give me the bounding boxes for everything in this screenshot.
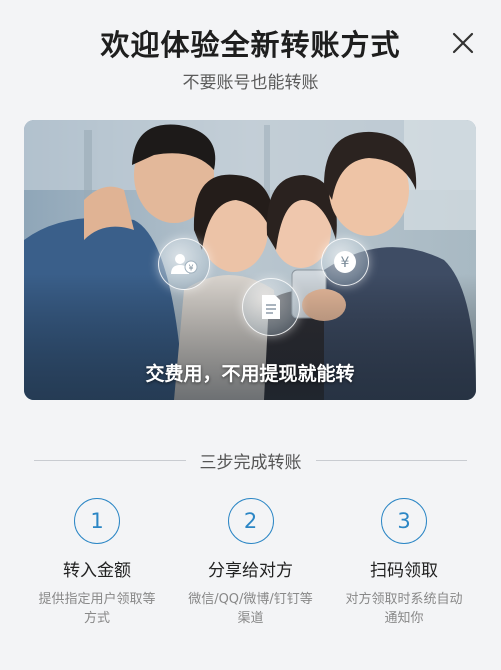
page-subtitle: 不要账号也能转账 bbox=[182, 73, 319, 93]
step-description: 提供指定用户领取等方式 bbox=[38, 592, 156, 626]
step-description: 微信/QQ/微博/钉钉等渠道 bbox=[188, 592, 313, 626]
hero-banner: ¥ ¥ 交费用，不用提现就能转 bbox=[24, 120, 476, 400]
divider-line-right bbox=[315, 459, 467, 461]
step-number-badge: 3 bbox=[381, 498, 427, 544]
step-description: 对方领取时系统自动通知你 bbox=[345, 592, 463, 626]
hero-illustration bbox=[24, 120, 476, 400]
step-title: 分享给对方 bbox=[208, 561, 293, 581]
step-number-badge: 1 bbox=[74, 498, 120, 544]
yuan-bubble: ¥ bbox=[321, 238, 369, 286]
document-bubble bbox=[242, 278, 300, 336]
users-coin-icon: ¥ bbox=[171, 254, 198, 274]
steps-list: 1 转入金额 提供指定用户领取等方式 2 分享给对方 微信/QQ/微博/钉钉等渠… bbox=[0, 498, 501, 628]
document-icon bbox=[262, 295, 280, 319]
users-bubble: ¥ bbox=[158, 238, 210, 290]
svg-text:¥: ¥ bbox=[188, 264, 193, 273]
section-title: 三步完成转账 bbox=[199, 452, 302, 473]
step-2: 2 分享给对方 微信/QQ/微博/钉钉等渠道 bbox=[176, 498, 326, 628]
page-title: 欢迎体验全新转账方式 bbox=[100, 28, 401, 62]
step-3: 3 扫码领取 对方领取时系统自动通知你 bbox=[329, 498, 479, 628]
step-title: 转入金额 bbox=[63, 561, 131, 581]
step-1: 1 转入金额 提供指定用户领取等方式 bbox=[22, 498, 172, 628]
step-title: 扫码领取 bbox=[370, 561, 438, 581]
section-divider: 三步完成转账 bbox=[34, 449, 467, 473]
yuan-icon: ¥ bbox=[334, 251, 356, 273]
hero-caption: 交费用，不用提现就能转 bbox=[145, 363, 355, 385]
svg-text:¥: ¥ bbox=[341, 255, 350, 271]
divider-line-left bbox=[34, 459, 186, 461]
step-number-badge: 2 bbox=[227, 498, 274, 544]
